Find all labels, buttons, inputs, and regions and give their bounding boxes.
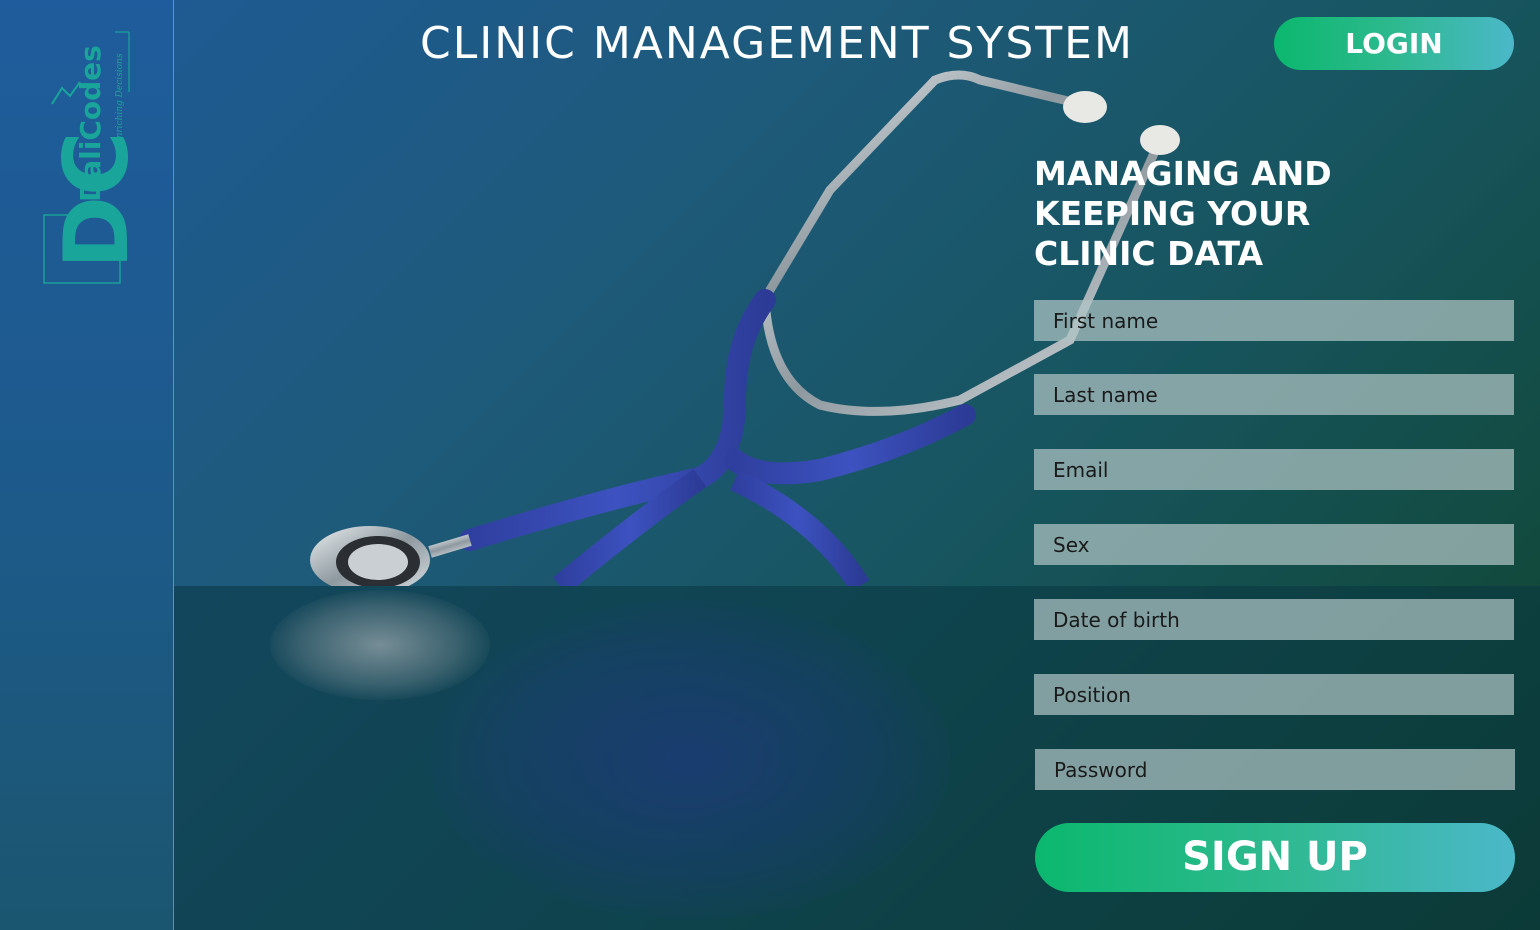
tube-right: [724, 404, 976, 485]
earpiece-right: [1140, 125, 1180, 155]
tagline-line-3: CLINIC DATA: [1034, 234, 1263, 273]
page-title: CLINIC MANAGEMENT SYSTEM: [420, 18, 1134, 69]
password-input[interactable]: [1035, 749, 1515, 790]
tube-loop: [730, 470, 870, 586]
logo-brand: DaliCodes: [74, 45, 107, 202]
logo-tagline: Enriching Decisions: [115, 53, 125, 146]
chestpiece-center: [348, 544, 408, 580]
position-input[interactable]: [1034, 674, 1514, 715]
date-of-birth-input[interactable]: [1034, 599, 1514, 640]
tagline-line-1: MANAGING AND: [1034, 154, 1332, 193]
last-name-input[interactable]: [1034, 374, 1514, 415]
stethoscope-image: [310, 70, 1180, 586]
login-button[interactable]: LOGIN: [1274, 17, 1514, 70]
tube-upper: [459, 289, 776, 551]
sign-up-button[interactable]: SIGN UP: [1035, 823, 1515, 892]
blurred-reflection-tube: [430, 600, 950, 920]
hero-tagline: MANAGING AND KEEPING YOUR CLINIC DATA: [1034, 154, 1394, 274]
first-name-input[interactable]: [1034, 300, 1514, 341]
dalicodes-logo: DC DaliCodes Enriching Decisions: [43, 31, 134, 284]
blurred-reflection: [270, 590, 490, 700]
tagline-line-2: KEEPING YOUR: [1034, 194, 1311, 233]
earpiece-left: [1063, 91, 1107, 123]
sidebar: DC DaliCodes Enriching Decisions: [0, 0, 174, 930]
email-input[interactable]: [1034, 449, 1514, 490]
chestpiece-stem: [428, 534, 472, 558]
sex-input[interactable]: [1034, 524, 1514, 565]
